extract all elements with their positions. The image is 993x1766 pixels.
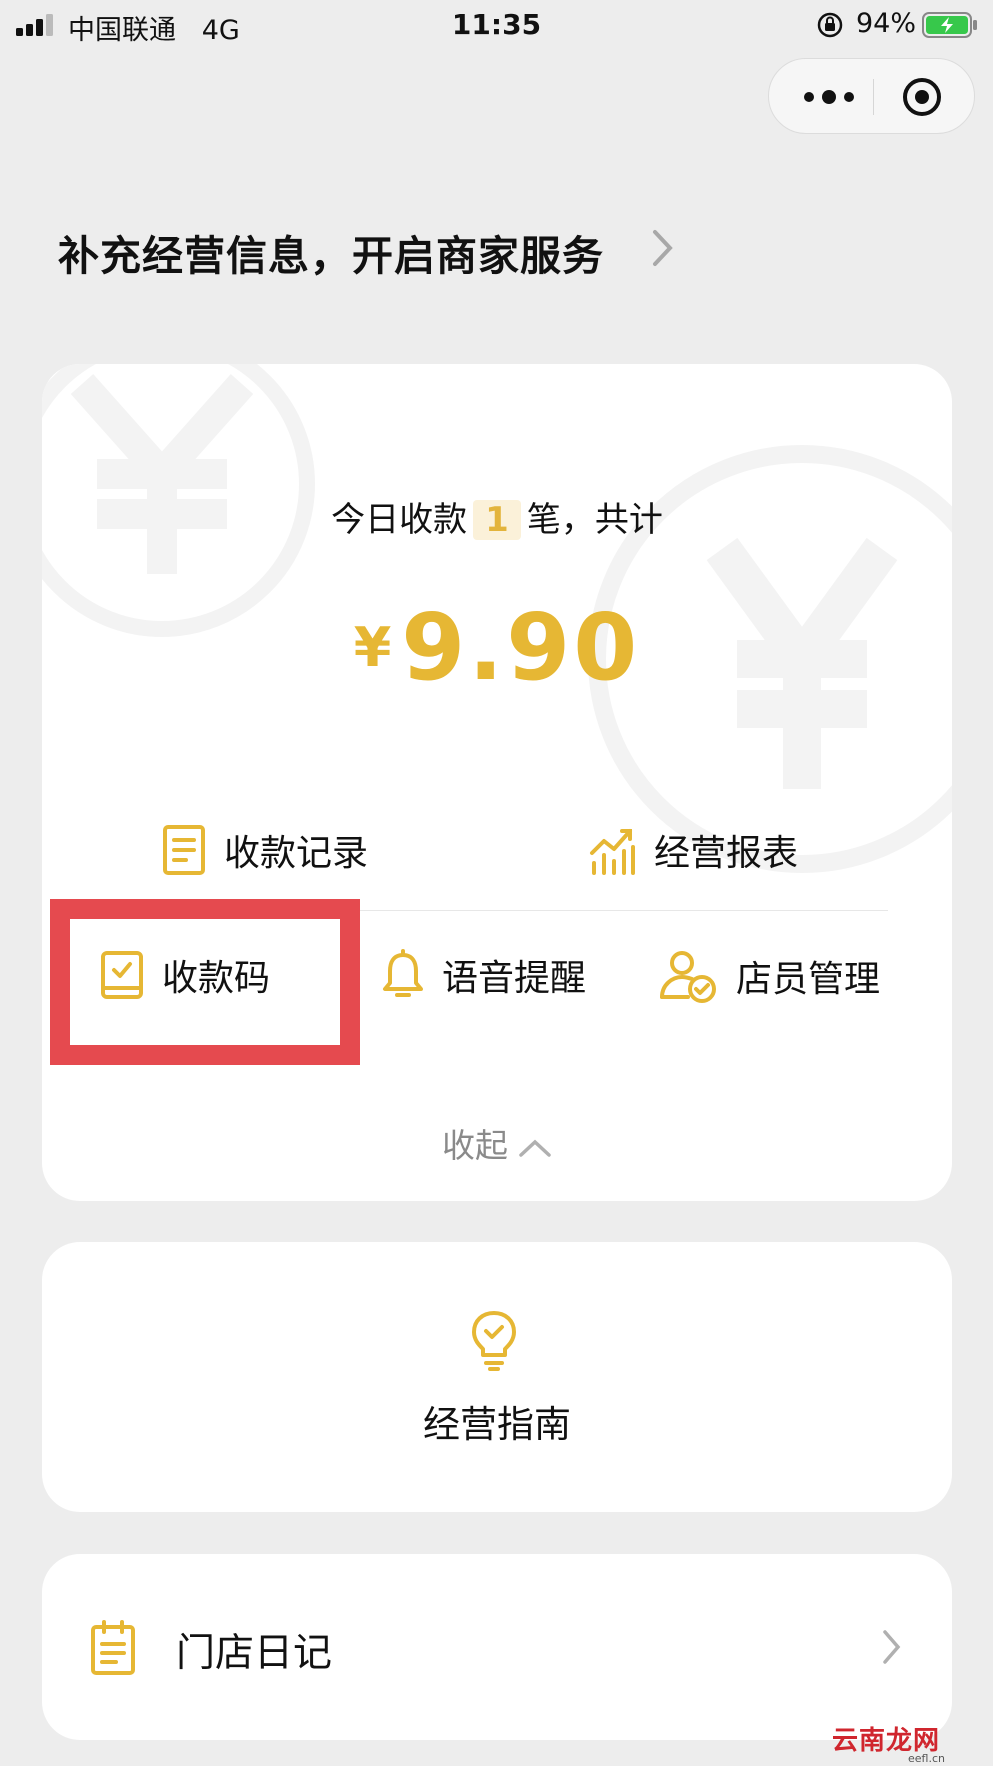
rotation-lock-icon	[817, 12, 843, 38]
voice-alert-label: 语音提醒	[442, 958, 587, 999]
clock: 11:35	[451, 8, 542, 41]
capsule-divider	[873, 79, 874, 115]
voice-alert-button[interactable]: 语音提醒	[382, 949, 586, 1001]
business-report-label: 经营报表	[654, 833, 799, 874]
payment-records-label: 收款记录	[224, 833, 369, 874]
bell-icon	[383, 949, 423, 997]
highlight-box	[50, 899, 360, 1065]
total-amount: ¥9.90	[42, 594, 952, 701]
merchant-info-link[interactable]: 补充经营信息，开启商家服务	[58, 222, 604, 282]
receipt-icon	[163, 825, 205, 875]
transaction-count: 1	[473, 500, 521, 540]
collapse-toggle[interactable]: 收起	[42, 1119, 952, 1167]
close-miniprogram-icon[interactable]	[901, 76, 943, 118]
store-diary-row[interactable]: 门店日记	[42, 1554, 952, 1740]
business-guide-label: 经营指南	[423, 1403, 571, 1446]
collapse-label: 收起	[442, 1126, 508, 1165]
chevron-up-icon	[519, 1139, 551, 1157]
today-suffix: 笔，共计	[526, 500, 663, 540]
status-bar: 中国联通 4G 11:35 94%	[0, 0, 993, 52]
chevron-right-icon	[653, 230, 673, 266]
today-prefix: 今日收款	[331, 500, 468, 540]
business-report-button[interactable]: 经营报表	[588, 824, 798, 876]
more-icon[interactable]	[799, 83, 859, 111]
chart-icon	[590, 829, 635, 875]
currency-symbol: ¥	[353, 616, 392, 679]
staff-icon	[660, 951, 716, 1003]
business-guide-card[interactable]: 经营指南	[42, 1242, 952, 1512]
staff-management-button[interactable]: 店员管理	[658, 949, 880, 1003]
payment-records-button[interactable]: 收款记录	[162, 824, 368, 876]
battery-icon	[922, 12, 977, 38]
watermark-url: eefl.cn	[908, 1752, 945, 1765]
capsule-menu	[768, 58, 975, 134]
battery-percent: 94%	[856, 8, 917, 39]
summary-card: 今日收款 1 笔，共计 ¥9.90 收款记录 经营报表 收款码 语音提醒 店员管…	[42, 364, 952, 1201]
chevron-right-icon	[883, 1630, 901, 1664]
lightbulb-icon	[472, 1311, 516, 1371]
notepad-icon	[91, 1620, 135, 1675]
today-summary: 今日收款 1 笔，共计	[42, 492, 952, 541]
store-diary-label: 门店日记	[176, 1631, 333, 1676]
staff-management-label: 店员管理	[736, 959, 881, 1000]
amount-value: 9.90	[401, 594, 641, 701]
